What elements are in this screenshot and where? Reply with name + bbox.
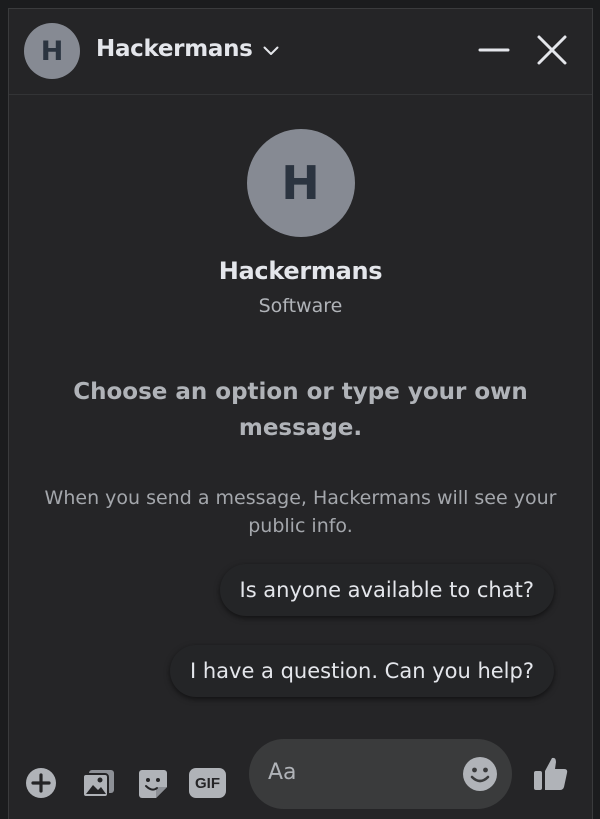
privacy-note: When you send a message, Hackermans will… xyxy=(44,487,557,537)
message-input-placeholder: Aa xyxy=(268,760,297,785)
profile-avatar-initial: H xyxy=(281,156,320,210)
quick-reply-label: I have a question. Can you help? xyxy=(189,659,534,683)
chat-window: H Hackermans H Hackermans Software Choos… xyxy=(8,8,593,819)
options-prompt: Choose an option or type your own messag… xyxy=(73,379,528,441)
close-icon[interactable] xyxy=(535,33,569,67)
profile-avatar[interactable]: H xyxy=(246,129,355,237)
emoji-icon[interactable] xyxy=(462,756,498,792)
gif-label: GIF xyxy=(195,774,220,792)
profile-name: Hackermans xyxy=(218,257,383,285)
quick-reply-option[interactable]: Is anyone available to chat? xyxy=(219,564,554,616)
sticker-icon[interactable] xyxy=(136,767,170,801)
quick-reply-label: Is anyone available to chat? xyxy=(239,578,535,602)
header-avatar-initial: H xyxy=(40,35,64,67)
plus-icon[interactable] xyxy=(25,767,57,799)
profile-category: Software xyxy=(258,295,343,317)
chevron-down-icon xyxy=(263,46,279,55)
quick-reply-option[interactable]: I have a question. Can you help? xyxy=(169,645,554,697)
photo-icon[interactable] xyxy=(81,767,117,799)
message-composer: GIF Aa xyxy=(9,739,592,819)
chat-header: H Hackermans xyxy=(9,9,592,95)
gif-icon[interactable]: GIF xyxy=(189,768,226,798)
minimize-icon[interactable] xyxy=(477,33,511,67)
message-input[interactable]: Aa xyxy=(249,739,512,809)
profile-section: H Hackermans Software xyxy=(9,129,592,317)
thumbs-up-icon[interactable] xyxy=(531,754,571,794)
chat-title-button[interactable]: Hackermans xyxy=(96,36,279,62)
chat-title: Hackermans xyxy=(96,36,253,62)
header-avatar[interactable]: H xyxy=(24,23,80,79)
